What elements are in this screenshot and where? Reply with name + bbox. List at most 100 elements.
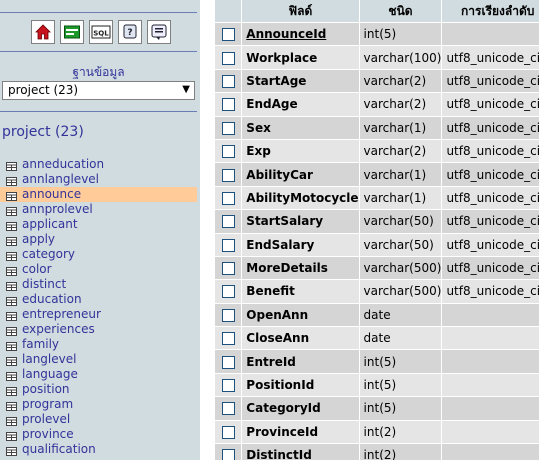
sidebar-table-item[interactable]: anneducation [0,157,197,172]
table-name-link[interactable]: prolevel [22,412,70,427]
toolbar: SQL ? [31,20,171,44]
row-checkbox[interactable] [221,308,235,322]
sidebar-table-item[interactable]: apply [0,232,197,247]
sidebar-table-item[interactable]: distinct [0,277,197,292]
table-icon[interactable] [6,370,17,381]
table-row: StartAge varchar(2) utf8_unicode_ci [215,69,539,93]
table-name-link[interactable]: family [22,337,59,352]
sidebar-table-item[interactable]: education [0,292,197,307]
row-checkbox[interactable] [221,51,235,65]
field-collation [442,327,539,350]
table-row: OpenAnn date [215,303,539,327]
table-icon[interactable] [6,400,17,411]
row-checkbox[interactable] [221,332,235,346]
sidebar-table-item[interactable]: position [0,382,197,397]
sidebar-table-item[interactable]: color [0,262,197,277]
row-checkbox[interactable] [221,74,235,88]
field-name: EndSalary [242,233,359,256]
table-name-link[interactable]: langlevel [22,352,76,367]
row-checkbox[interactable] [221,28,235,42]
table-name-link[interactable]: position [22,382,70,397]
sidebar-table-item[interactable]: program [0,397,197,412]
row-checkbox[interactable] [221,215,235,229]
table-list: anneducation annlanglevel announce annprole… [0,157,197,457]
table-name-link[interactable]: anneducation [22,157,104,172]
table-name-link[interactable]: announce [22,187,81,202]
field-header: ฟิลด์ [242,0,359,22]
table-name-link[interactable]: education [22,292,82,307]
table-icon[interactable] [6,175,17,186]
row-checkbox[interactable] [221,449,235,460]
table-icon[interactable] [6,355,17,366]
database-title[interactable]: project (23) [2,124,84,140]
sidebar-table-item[interactable]: annprolevel [0,202,197,217]
table-name-link[interactable]: program [22,397,73,412]
table-name-link[interactable]: province [22,427,74,442]
sidebar-table-item[interactable]: province [0,427,197,442]
chevron-down-icon[interactable]: ▼ [182,84,190,95]
table-name-link[interactable]: color [22,262,52,277]
row-checkbox[interactable] [221,425,235,439]
table-icon[interactable] [6,415,17,426]
table-icon[interactable] [6,430,17,441]
row-checkbox[interactable] [221,355,235,369]
table-row: AbilityMotocycle varchar(1) utf8_unicode_c… [215,186,539,210]
table-row: DistinctId int(2) [215,444,539,460]
sidebar-table-item[interactable]: experiences [0,322,197,337]
table-name-link[interactable]: entrepreneur [22,307,101,322]
table-name-link[interactable]: language [22,367,78,382]
row-checkbox[interactable] [221,285,235,299]
help-icon[interactable] [147,20,171,44]
table-name-link[interactable]: experiences [22,322,95,337]
sidebar-table-item[interactable]: language [0,367,197,382]
checkbox-header [215,0,242,22]
sidebar-table-item[interactable]: qualification [0,442,197,457]
table-name-link[interactable]: qualification [22,442,96,457]
table-icon[interactable] [6,190,17,201]
table-icon[interactable] [6,385,17,396]
row-checkbox[interactable] [221,121,235,135]
table-name-link[interactable]: annprolevel [22,202,93,217]
row-checkbox[interactable] [221,191,235,205]
sidebar-table-item[interactable]: entrepreneur [0,307,197,322]
row-checkbox[interactable] [221,238,235,252]
row-checkbox[interactable] [221,262,235,276]
field-name: AbilityMotocycle [242,186,359,210]
table-icon[interactable] [6,280,17,291]
sidebar-table-item[interactable]: announce [0,187,197,202]
table-name-link[interactable]: applicant [22,217,78,232]
table-name-link[interactable]: category [22,247,75,262]
sidebar-table-item[interactable]: family [0,337,197,352]
table-name-link[interactable]: annlanglevel [22,172,99,187]
table-icon[interactable] [6,295,17,306]
field-name: DistinctId [242,444,359,460]
sidebar-table-item[interactable]: applicant [0,217,197,232]
table-icon[interactable] [6,265,17,276]
table-icon[interactable] [6,325,17,336]
table-row: CloseAnn date [215,327,539,350]
sidebar-table-item[interactable]: category [0,247,197,262]
row-checkbox[interactable] [221,379,235,393]
sidebar-table-item[interactable]: prolevel [0,412,197,427]
table-icon[interactable] [6,340,17,351]
row-checkbox[interactable] [221,168,235,182]
table-icon[interactable] [6,445,17,456]
home-icon[interactable] [31,20,55,44]
table-icon[interactable] [6,205,17,216]
sidebar-table-item[interactable]: annlanglevel [0,172,197,187]
table-icon[interactable] [6,250,17,261]
row-checkbox[interactable] [221,402,235,416]
sidebar-table-item[interactable]: langlevel [0,352,197,367]
row-checkbox[interactable] [221,98,235,112]
query-window-icon[interactable] [60,20,84,44]
docs-icon[interactable]: ? [118,20,142,44]
table-name-link[interactable]: distinct [22,277,66,292]
table-icon[interactable] [6,160,17,171]
table-icon[interactable] [6,310,17,321]
sql-icon[interactable]: SQL [89,20,113,44]
table-name-link[interactable]: apply [22,232,55,247]
row-checkbox[interactable] [221,145,235,159]
table-icon[interactable] [6,220,17,231]
database-select[interactable]: project (23) ▼ [2,81,195,100]
table-icon[interactable] [6,235,17,246]
